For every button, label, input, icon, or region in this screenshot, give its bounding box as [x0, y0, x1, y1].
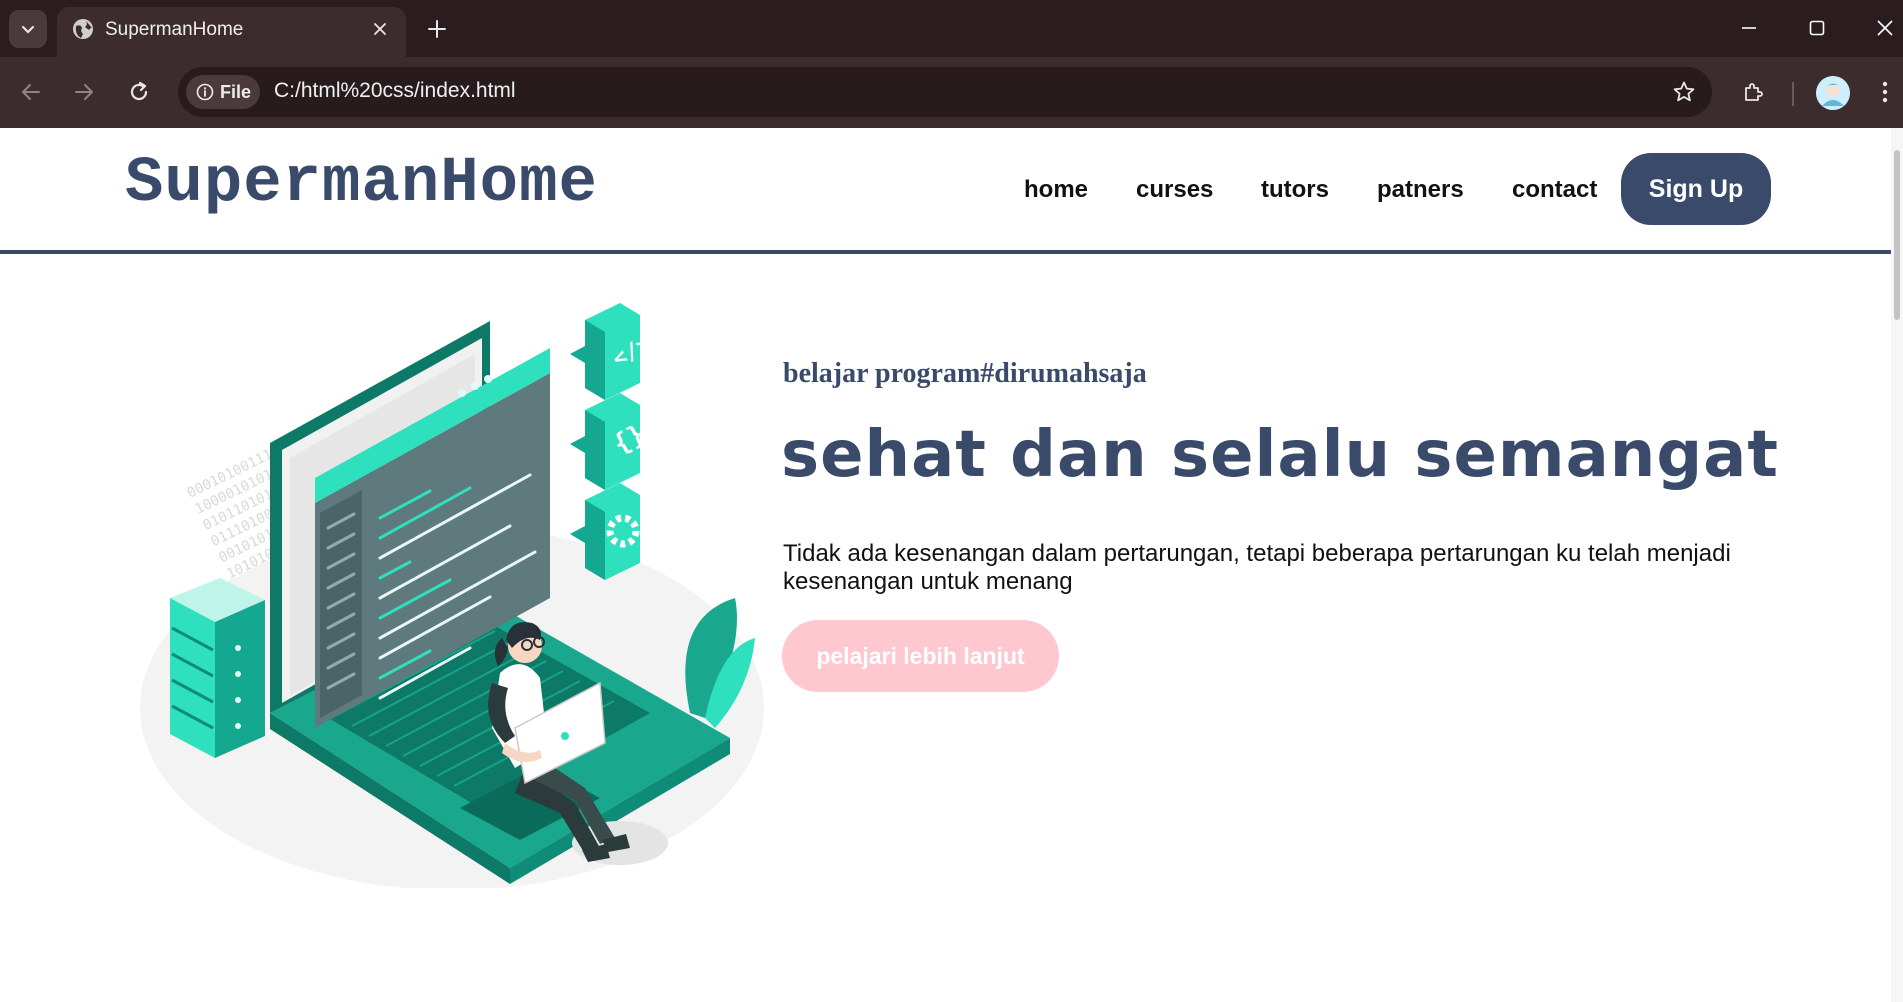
- profile-avatar[interactable]: [1816, 76, 1850, 110]
- forward-arrow-icon: [75, 84, 93, 100]
- toolbar-separator: [1792, 82, 1794, 106]
- page-scrollbar[interactable]: [1891, 128, 1903, 1002]
- reload-icon: [130, 81, 148, 101]
- sign-up-button[interactable]: Sign Up: [1621, 153, 1771, 225]
- star-icon: [1673, 81, 1695, 102]
- forward-button[interactable]: [65, 73, 103, 111]
- chevron-down-icon: [21, 25, 35, 34]
- avatar-icon: [1816, 76, 1850, 110]
- code-tag-cube: </>: [570, 303, 655, 400]
- tab-search-button[interactable]: [9, 10, 47, 48]
- new-tab-button[interactable]: [420, 12, 454, 46]
- nav-link-contact[interactable]: contact: [1512, 176, 1597, 204]
- minimize-button[interactable]: [1724, 8, 1774, 48]
- url-text[interactable]: C:/html%20css/index.html: [274, 79, 516, 103]
- bookmark-button[interactable]: [1670, 78, 1698, 106]
- curly-braces-cube: {}: [570, 393, 650, 490]
- nav-link-patners[interactable]: patners: [1377, 176, 1464, 204]
- info-icon: [196, 83, 214, 101]
- close-icon: [374, 23, 386, 35]
- maximize-icon: [1809, 20, 1825, 36]
- hero-headline: sehat dan selalu semangat: [781, 418, 1779, 492]
- scrollbar-thumb[interactable]: [1894, 150, 1900, 320]
- nav-link-home[interactable]: home: [1024, 176, 1088, 204]
- back-button[interactable]: [12, 73, 50, 111]
- hero-illustration: 00010100111010101110101010001010101 1000…: [140, 303, 764, 888]
- browser-toolbar: File C:/html%20css/index.html: [0, 57, 1903, 128]
- site-logo[interactable]: SupermanHome: [125, 148, 598, 220]
- browser-menu-button[interactable]: [1866, 73, 1903, 111]
- close-icon: [1877, 20, 1893, 36]
- minimize-icon: [1742, 27, 1756, 29]
- hero-tagline: belajar program#dirumahsaja: [783, 358, 1147, 389]
- close-window-button[interactable]: [1860, 8, 1903, 48]
- file-chip-label: File: [220, 81, 252, 102]
- site-header: SupermanHome home curses tutors patners …: [0, 128, 1895, 254]
- plus-icon: [428, 20, 446, 38]
- kebab-menu-icon: [1882, 81, 1888, 103]
- site-info-chip[interactable]: File: [186, 75, 260, 109]
- web-page: SupermanHome home curses tutors patners …: [0, 128, 1903, 1002]
- reload-button[interactable]: [120, 73, 158, 111]
- learn-more-button[interactable]: pelajari lebih lanjut: [782, 620, 1059, 692]
- hero-description: Tidak ada kesenangan dalam pertarungan, …: [783, 540, 1731, 595]
- extensions-icon: [1745, 83, 1763, 101]
- extensions-button[interactable]: [1735, 73, 1773, 111]
- nav-link-curses[interactable]: curses: [1136, 176, 1213, 204]
- globe-icon: [73, 19, 93, 39]
- nav-link-tutors[interactable]: tutors: [1261, 176, 1329, 204]
- tab-close-button[interactable]: [366, 15, 394, 43]
- address-bar[interactable]: File C:/html%20css/index.html: [178, 67, 1712, 117]
- server-stack: [170, 578, 265, 758]
- browser-tab-bar: SupermanHome: [0, 0, 1903, 57]
- back-arrow-icon: [22, 84, 40, 100]
- browser-tab[interactable]: SupermanHome: [57, 7, 406, 57]
- tab-title: SupermanHome: [105, 19, 244, 40]
- maximize-button[interactable]: [1792, 8, 1842, 48]
